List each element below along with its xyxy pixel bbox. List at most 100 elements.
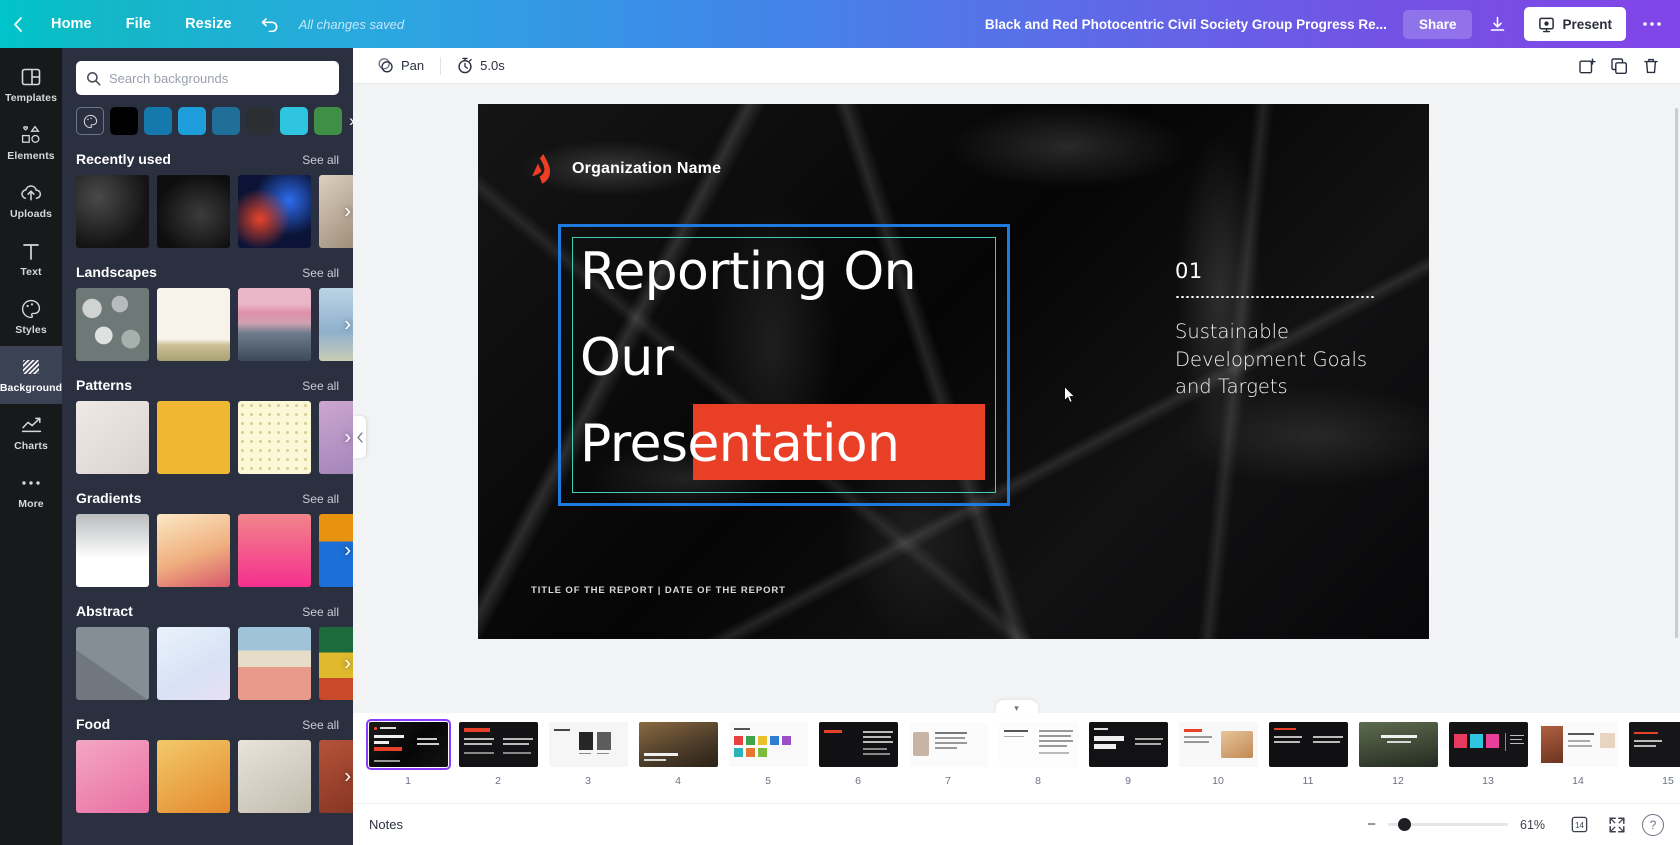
page-thumbnail[interactable] [1178,722,1258,767]
sidebar-item-elements[interactable]: Elements [0,114,62,172]
page-thumbnail[interactable] [548,722,628,767]
filmstrip-page[interactable]: 8 [993,722,1083,787]
page-thumbnail[interactable] [1268,722,1348,767]
notes-button[interactable]: Notes [369,817,403,832]
page-filmstrip[interactable]: 1 2 3 4 5 6 7 8 9 10 11 12 13 14 15 [353,713,1680,803]
delete-page-button[interactable] [1636,53,1666,79]
background-thumb[interactable] [157,740,230,813]
background-thumb[interactable] [157,175,230,248]
page-thumbnail[interactable] [365,719,451,770]
background-thumb[interactable] [157,288,230,361]
page-thumbnail[interactable] [1448,722,1528,767]
page-thumbnail[interactable] [458,722,538,767]
zoom-out-button[interactable]: − [1367,816,1376,833]
page-count-button[interactable]: 14 [1566,813,1592,837]
page-thumbnail[interactable] [728,722,808,767]
sidebar-item-styles[interactable]: Styles [0,288,62,346]
background-thumb[interactable] [238,514,311,587]
search-input[interactable] [109,70,329,86]
menu-file[interactable]: File [109,0,168,48]
filmstrip-page[interactable]: 10 [1173,722,1263,787]
see-all-link[interactable]: See all [302,718,339,732]
page-thumbnail[interactable] [998,722,1078,767]
duplicate-page-button[interactable] [1604,53,1634,79]
filmstrip-page[interactable]: 9 [1083,722,1173,787]
background-thumb[interactable] [157,401,230,474]
filmstrip-toggle[interactable]: ▾ [353,700,1680,716]
background-thumb[interactable] [76,288,149,361]
page-thumbnail[interactable] [1088,722,1168,767]
filmstrip-page[interactable]: 1 [363,719,453,787]
background-thumb[interactable] [76,401,149,474]
pan-tool-button[interactable]: Pan [367,53,434,78]
sidebar-item-text[interactable]: Text [0,230,62,288]
page-duration-button[interactable]: 5.0s [447,53,515,78]
swatch-next-button[interactable]: › [349,111,353,131]
panel-collapse-button[interactable] [353,416,366,458]
swatch-palette-button[interactable] [76,107,104,135]
filmstrip-page[interactable]: 15 [1623,722,1680,787]
top-more-button[interactable] [1634,7,1670,41]
see-all-link[interactable]: See all [302,492,339,506]
filmstrip-page[interactable]: 5 [723,722,813,787]
background-thumb[interactable] [76,627,149,700]
swatch-color-6[interactable] [280,107,308,135]
zoom-percent-label[interactable]: 61% [1520,818,1554,832]
sidebar-item-charts[interactable]: Charts [0,404,62,462]
background-thumb[interactable] [238,288,311,361]
page-thumbnail[interactable] [1538,722,1618,767]
background-thumb[interactable] [157,627,230,700]
background-thumb[interactable] [76,740,149,813]
undo-button[interactable] [249,0,293,48]
page-thumbnail[interactable] [1628,722,1680,767]
see-all-link[interactable]: See all [302,379,339,393]
background-thumb[interactable] [238,401,311,474]
chevron-down-icon[interactable]: ▾ [995,700,1038,716]
sidebar-item-uploads[interactable]: Uploads [0,172,62,230]
add-page-button[interactable] [1572,53,1602,79]
thumb-next-arrow[interactable]: › [344,313,351,336]
page-thumbnail[interactable] [818,722,898,767]
filmstrip-page[interactable]: 11 [1263,722,1353,787]
thumb-next-arrow[interactable]: › [344,539,351,562]
download-button[interactable] [1478,7,1516,41]
background-thumb[interactable] [76,514,149,587]
background-thumb[interactable] [76,175,149,248]
slide-right-column[interactable]: 01 Sustainable Development Goals and Tar… [1175,259,1390,401]
present-button[interactable]: Present [1524,7,1626,41]
filmstrip-page[interactable]: 4 [633,722,723,787]
thumb-next-arrow[interactable]: › [344,200,351,223]
filmstrip-page[interactable]: 12 [1353,722,1443,787]
see-all-link[interactable]: See all [302,605,339,619]
thumb-next-arrow[interactable]: › [344,426,351,449]
canvas-vertical-scrollbar[interactable] [1673,90,1680,680]
back-button[interactable] [0,0,34,48]
document-title[interactable]: Black and Red Photocentric Civil Society… [985,17,1387,32]
fullscreen-button[interactable] [1604,813,1630,837]
page-thumbnail[interactable] [638,722,718,767]
swatch-color-1[interactable] [110,107,138,135]
swatch-color-2[interactable] [144,107,172,135]
sidebar-item-templates[interactable]: Templates [0,56,62,114]
slide-canvas[interactable]: Organization Name Reporting On Our Prese… [478,104,1429,639]
swatch-color-3[interactable] [178,107,206,135]
help-button[interactable]: ? [1642,813,1664,836]
swatch-color-7[interactable] [314,107,342,135]
thumb-next-arrow[interactable]: › [344,652,351,675]
slide-org-block[interactable]: Organization Name [530,154,721,184]
background-thumb[interactable] [238,175,311,248]
background-thumb[interactable] [157,514,230,587]
sidebar-item-more[interactable]: More [0,462,62,520]
menu-resize[interactable]: Resize [168,0,249,48]
filmstrip-page[interactable]: 2 [453,722,543,787]
page-thumbnail[interactable] [1358,722,1438,767]
see-all-link[interactable]: See all [302,266,339,280]
zoom-slider[interactable] [1388,818,1508,832]
filmstrip-page[interactable]: 13 [1443,722,1533,787]
sidebar-item-background[interactable]: Background [0,346,62,404]
filmstrip-page[interactable]: 14 [1533,722,1623,787]
filmstrip-page[interactable]: 3 [543,722,633,787]
slide-title-textbox[interactable]: Reporting On Our Presentation [558,224,1010,506]
filmstrip-page[interactable]: 6 [813,722,903,787]
filmstrip-page[interactable]: 7 [903,722,993,787]
